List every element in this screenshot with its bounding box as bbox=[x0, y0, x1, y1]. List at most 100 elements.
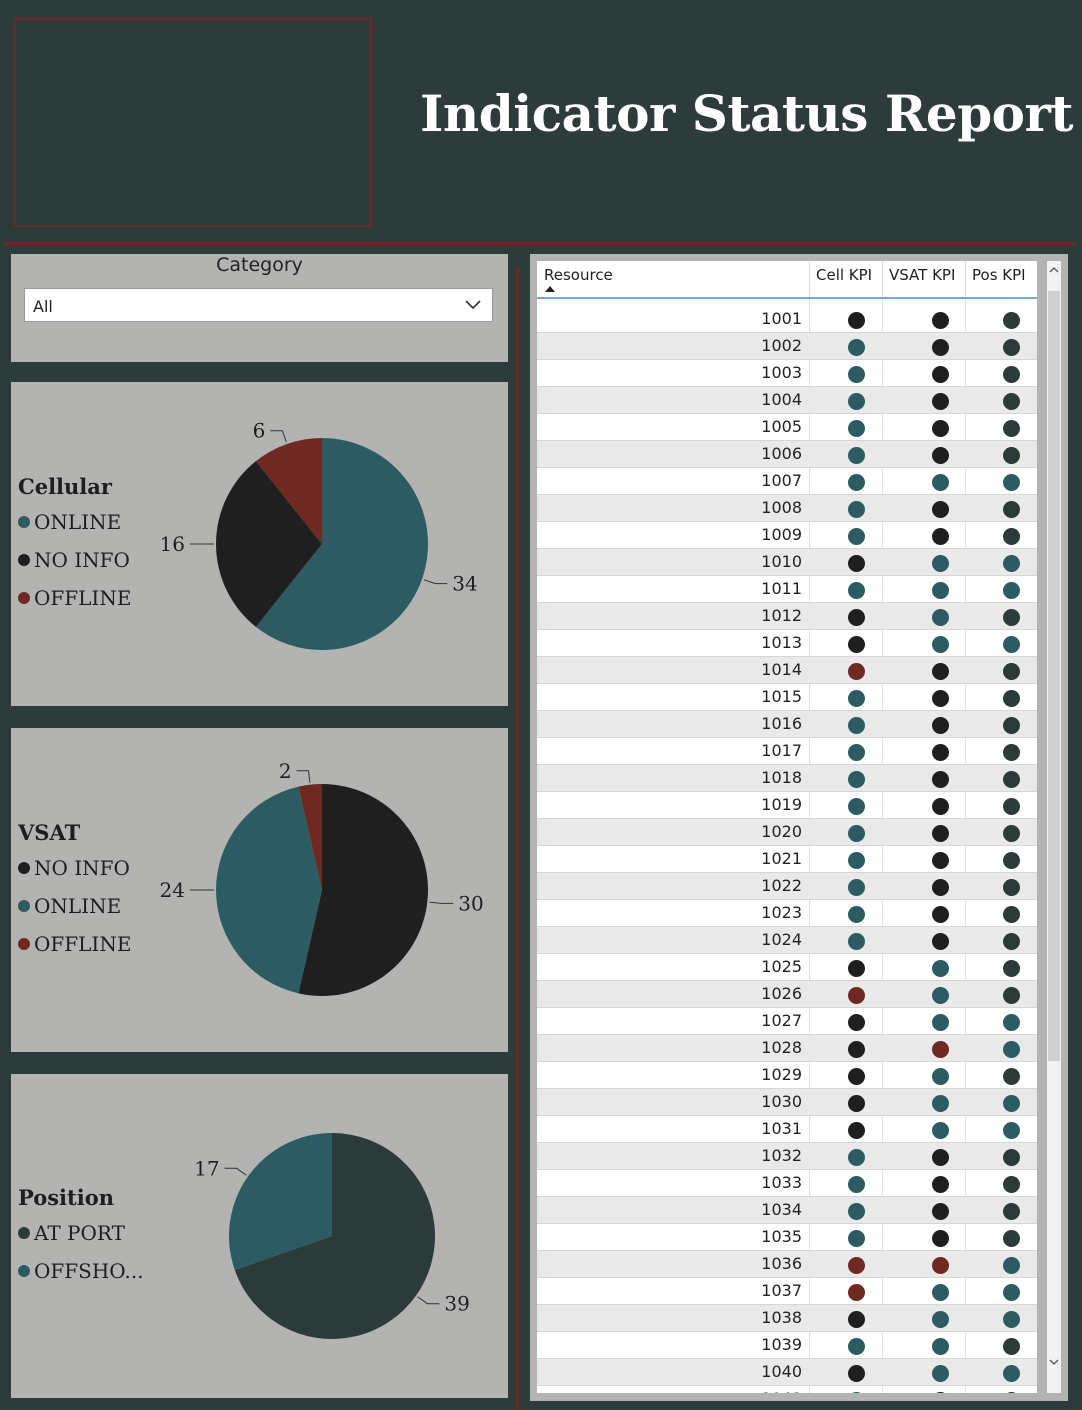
kpi-table: Resource Cell KPI VSAT KPI Pos KPI 1001 1… bbox=[537, 261, 1037, 1393]
table-row[interactable]: 1016 bbox=[537, 711, 1037, 738]
cell-kpi-status-dot bbox=[848, 501, 865, 518]
table-row[interactable]: 1035 bbox=[537, 1224, 1037, 1251]
table-row[interactable]: 1004 bbox=[537, 387, 1037, 414]
table-row[interactable]: 1020 bbox=[537, 819, 1037, 846]
vsat-kpi-status-dot bbox=[932, 825, 949, 842]
pos-kpi-status-dot bbox=[1003, 798, 1020, 815]
vsat-kpi-status-dot bbox=[932, 447, 949, 464]
column-header-resource[interactable]: Resource bbox=[544, 266, 613, 284]
table-row[interactable]: 1021 bbox=[537, 846, 1037, 873]
vsat-kpi-status-dot bbox=[932, 663, 949, 680]
table-row[interactable]: 1007 bbox=[537, 468, 1037, 495]
table-row[interactable]: 1027 bbox=[537, 1008, 1037, 1035]
table-row[interactable]: 1028 bbox=[537, 1035, 1037, 1062]
cell-kpi-status-dot bbox=[848, 879, 865, 896]
table-row[interactable]: 1036 bbox=[537, 1251, 1037, 1278]
table-row[interactable]: 1002 bbox=[537, 333, 1037, 360]
table-row[interactable]: 1009 bbox=[537, 522, 1037, 549]
cell-kpi-status-dot bbox=[848, 1068, 865, 1085]
resource-cell: 1018 bbox=[761, 768, 802, 787]
scroll-down-icon[interactable] bbox=[1049, 1357, 1059, 1367]
table-row[interactable]: 1013 bbox=[537, 630, 1037, 657]
vsat-kpi-status-dot bbox=[932, 717, 949, 734]
cell-kpi-status-dot bbox=[848, 798, 865, 815]
vsat-pie-chart: 30 24 2 bbox=[160, 759, 484, 996]
table-row[interactable]: 1022 bbox=[537, 873, 1037, 900]
pos-kpi-status-dot bbox=[1003, 1284, 1020, 1301]
resource-cell: 1041 bbox=[761, 1389, 802, 1393]
table-scrollbar[interactable] bbox=[1047, 261, 1061, 1393]
table-row[interactable]: 1031 bbox=[537, 1116, 1037, 1143]
table-row[interactable]: 1041 bbox=[537, 1386, 1037, 1393]
vsat-kpi-status-dot bbox=[932, 582, 949, 599]
table-row[interactable]: 1008 bbox=[537, 495, 1037, 522]
cellular-pie-chart: 34 16 6 bbox=[160, 419, 478, 650]
cell-kpi-status-dot bbox=[848, 1284, 865, 1301]
kpi-table-panel: Resource Cell KPI VSAT KPI Pos KPI 1001 1… bbox=[530, 254, 1068, 1401]
table-row[interactable]: 1039 bbox=[537, 1332, 1037, 1359]
pie-data-label: 30 bbox=[458, 891, 483, 915]
pos-kpi-status-dot bbox=[1003, 879, 1020, 896]
category-dropdown[interactable]: All bbox=[24, 288, 493, 322]
pos-kpi-status-dot bbox=[1003, 1014, 1020, 1031]
vsat-kpi-status-dot bbox=[932, 420, 949, 437]
pos-kpi-status-dot bbox=[1003, 906, 1020, 923]
table-row[interactable]: 1011 bbox=[537, 576, 1037, 603]
table-row[interactable]: 1033 bbox=[537, 1170, 1037, 1197]
vsat-kpi-status-dot bbox=[932, 879, 949, 896]
vsat-kpi-status-dot bbox=[932, 906, 949, 923]
table-row[interactable]: 1030 bbox=[537, 1089, 1037, 1116]
cell-kpi-status-dot bbox=[848, 1149, 865, 1166]
page-title: Indicator Status Report bbox=[420, 84, 1073, 143]
resource-cell: 1023 bbox=[761, 903, 802, 922]
cell-kpi-status-dot bbox=[848, 906, 865, 923]
column-divider bbox=[516, 268, 519, 1410]
table-row[interactable]: 1025 bbox=[537, 954, 1037, 981]
pos-kpi-status-dot bbox=[1003, 1338, 1020, 1355]
column-header-vsat-kpi[interactable]: VSAT KPI bbox=[889, 266, 955, 284]
resource-cell: 1011 bbox=[761, 579, 802, 598]
table-row[interactable]: 1005 bbox=[537, 414, 1037, 441]
table-row[interactable]: 1010 bbox=[537, 549, 1037, 576]
cell-kpi-status-dot bbox=[848, 933, 865, 950]
table-row[interactable]: 1006 bbox=[537, 441, 1037, 468]
data-label-leader bbox=[423, 579, 448, 585]
table-row[interactable]: 1014 bbox=[537, 657, 1037, 684]
table-row[interactable]: 1040 bbox=[537, 1359, 1037, 1386]
vsat-kpi-status-dot bbox=[932, 1122, 949, 1139]
table-row[interactable]: 1019 bbox=[537, 792, 1037, 819]
table-row[interactable]: 1017 bbox=[537, 738, 1037, 765]
table-row[interactable]: 1038 bbox=[537, 1305, 1037, 1332]
pos-kpi-status-dot bbox=[1003, 366, 1020, 383]
pos-kpi-status-dot bbox=[1003, 1068, 1020, 1085]
table-row[interactable]: 1001 bbox=[537, 306, 1037, 333]
table-row[interactable]: 1012 bbox=[537, 603, 1037, 630]
cell-kpi-status-dot bbox=[848, 852, 865, 869]
table-row[interactable]: 1024 bbox=[537, 927, 1037, 954]
column-header-pos-kpi[interactable]: Pos KPI bbox=[972, 266, 1026, 284]
table-row[interactable]: 1003 bbox=[537, 360, 1037, 387]
column-header-cell-kpi[interactable]: Cell KPI bbox=[816, 266, 872, 284]
scrollbar-thumb[interactable] bbox=[1048, 291, 1060, 1061]
pos-kpi-status-dot bbox=[1003, 1365, 1020, 1382]
cell-kpi-status-dot bbox=[848, 609, 865, 626]
vsat-kpi-status-dot bbox=[932, 1041, 949, 1058]
table-row[interactable]: 1037 bbox=[537, 1278, 1037, 1305]
table-row[interactable]: 1032 bbox=[537, 1143, 1037, 1170]
cell-kpi-status-dot bbox=[848, 339, 865, 356]
data-label-leader bbox=[224, 1167, 247, 1176]
scroll-up-icon[interactable] bbox=[1049, 265, 1059, 275]
table-row[interactable]: 1023 bbox=[537, 900, 1037, 927]
table-row[interactable]: 1026 bbox=[537, 981, 1037, 1008]
pie-data-label: 34 bbox=[452, 572, 477, 596]
table-row[interactable]: 1034 bbox=[537, 1197, 1037, 1224]
category-value: All bbox=[33, 297, 53, 316]
table-row[interactable]: 1029 bbox=[537, 1062, 1037, 1089]
table-row[interactable]: 1018 bbox=[537, 765, 1037, 792]
vsat-kpi-status-dot bbox=[932, 1203, 949, 1220]
cell-kpi-status-dot bbox=[848, 420, 865, 437]
cell-kpi-status-dot bbox=[848, 582, 865, 599]
resource-cell: 1007 bbox=[761, 471, 802, 490]
resource-cell: 1035 bbox=[761, 1227, 802, 1246]
table-row[interactable]: 1015 bbox=[537, 684, 1037, 711]
